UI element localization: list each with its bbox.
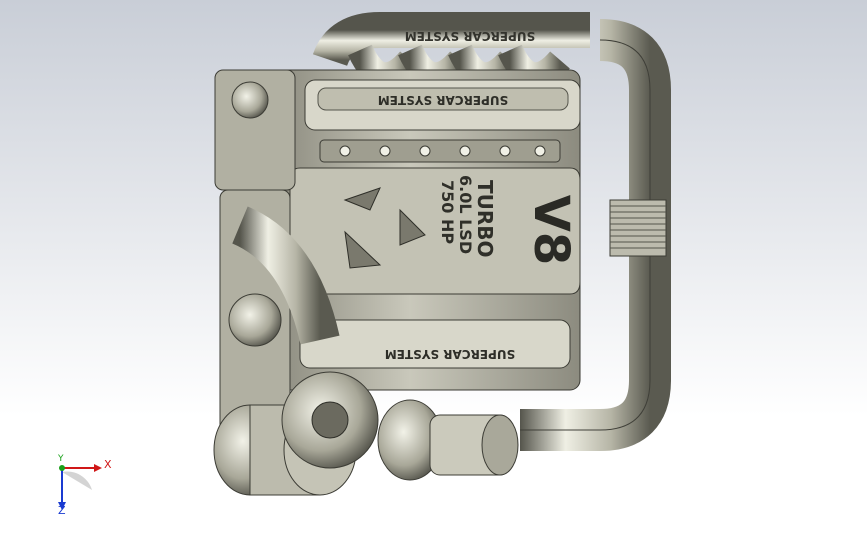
valve-cover-top: SUPERCAR SYSTEM [304, 79, 581, 131]
model-viewport[interactable]: SUPERCAR SYSTEM SUPERCAR SYSTEM TURBO 6.… [0, 0, 867, 533]
manifold-text: SUPERCAR SYSTEM [405, 29, 535, 43]
lower-cover-text: SUPERCAR SYSTEM [385, 347, 515, 361]
engine-model[interactable]: SUPERCAR SYSTEM SUPERCAR SYSTEM TURBO 6.… [0, 0, 867, 533]
svg-text:TURBO: TURBO [473, 180, 497, 258]
intake-big-text: V8 [523, 195, 579, 266]
valve-cover-bottom: SUPERCAR SYSTEM [299, 319, 571, 369]
valve-cover-text: SUPERCAR SYSTEM [378, 93, 508, 107]
intake-plenum: TURBO 6.0L LSD 750 HP V8 [289, 167, 581, 295]
flex-coupling [609, 199, 667, 257]
svg-text:6.0L LSD: 6.0L LSD [456, 175, 475, 254]
axis-z-label: Z [58, 504, 66, 517]
coil-row [319, 139, 561, 163]
axis-y-label: Y [58, 454, 64, 464]
svg-text:750 HP: 750 HP [438, 180, 457, 244]
axis-x-label: X [104, 458, 112, 471]
